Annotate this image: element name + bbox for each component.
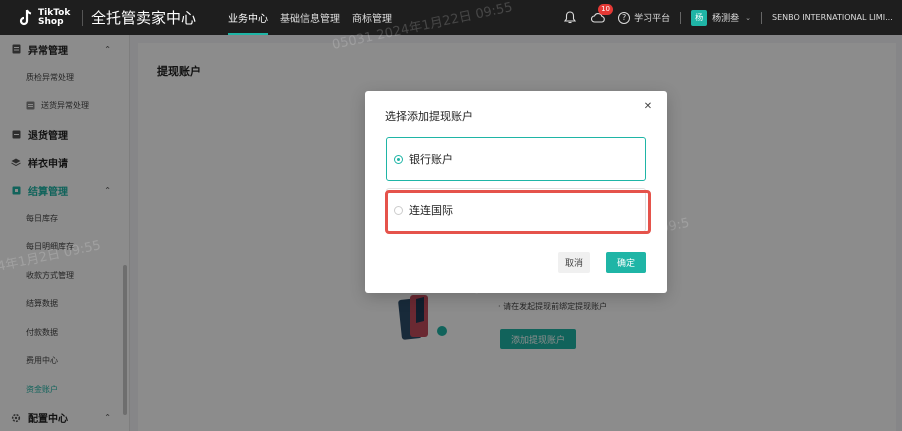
logo-text-shop: Shop <box>38 16 64 27</box>
close-icon[interactable]: ✕ <box>642 100 654 112</box>
cloud-notification-icon[interactable]: 10 <box>590 3 614 26</box>
tab-business-center[interactable]: 业务中心 <box>228 0 269 35</box>
question-icon: ? <box>618 11 631 24</box>
select-account-dialog: 选择添加提现账户 ✕ 银行账户 连连国际 取消 确定 <box>365 91 667 293</box>
option-bank-account[interactable]: 银行账户 <box>386 137 646 181</box>
header-divider <box>82 9 83 26</box>
notification-badge: 10 <box>598 3 614 15</box>
watermark-text: 4年1月2日 09:55 <box>0 238 103 275</box>
tiktok-icon <box>18 9 34 27</box>
bell-icon[interactable] <box>562 10 578 26</box>
radio-unchecked-icon[interactable] <box>394 205 403 215</box>
tab-basic-info[interactable]: 基础信息管理 <box>280 0 340 35</box>
header-separator <box>680 11 682 24</box>
tab-trademark[interactable]: 商标管理 <box>352 0 392 35</box>
top-bar: TikTok Shop 全托管卖家中心 业务中心 基础信息管理 商标管理 10 … <box>0 0 902 35</box>
company-name[interactable]: SENBO INTERNATIONAL LIMI... <box>772 13 902 22</box>
tiktok-shop-logo[interactable]: TikTok Shop <box>0 8 82 27</box>
header-separator-2 <box>761 11 762 24</box>
avatar[interactable]: 杨 <box>691 9 708 26</box>
chevron-down-icon[interactable]: ⌄ <box>745 14 751 22</box>
help-link[interactable]: ? 学习平台 <box>618 11 670 24</box>
cancel-button[interactable]: 取消 <box>558 252 590 273</box>
dialog-title: 选择添加提现账户 <box>385 110 473 123</box>
user-name[interactable]: 杨测叁 <box>712 11 739 24</box>
option-lianlian[interactable]: 连连国际 <box>386 188 646 232</box>
confirm-button[interactable]: 确定 <box>606 252 646 273</box>
option-label: 连连国际 <box>409 204 453 217</box>
radio-checked-icon[interactable] <box>394 154 403 164</box>
option-label: 银行账户 <box>409 153 453 166</box>
app-title: 全托管卖家中心 <box>91 9 197 27</box>
help-label: 学习平台 <box>634 14 671 24</box>
